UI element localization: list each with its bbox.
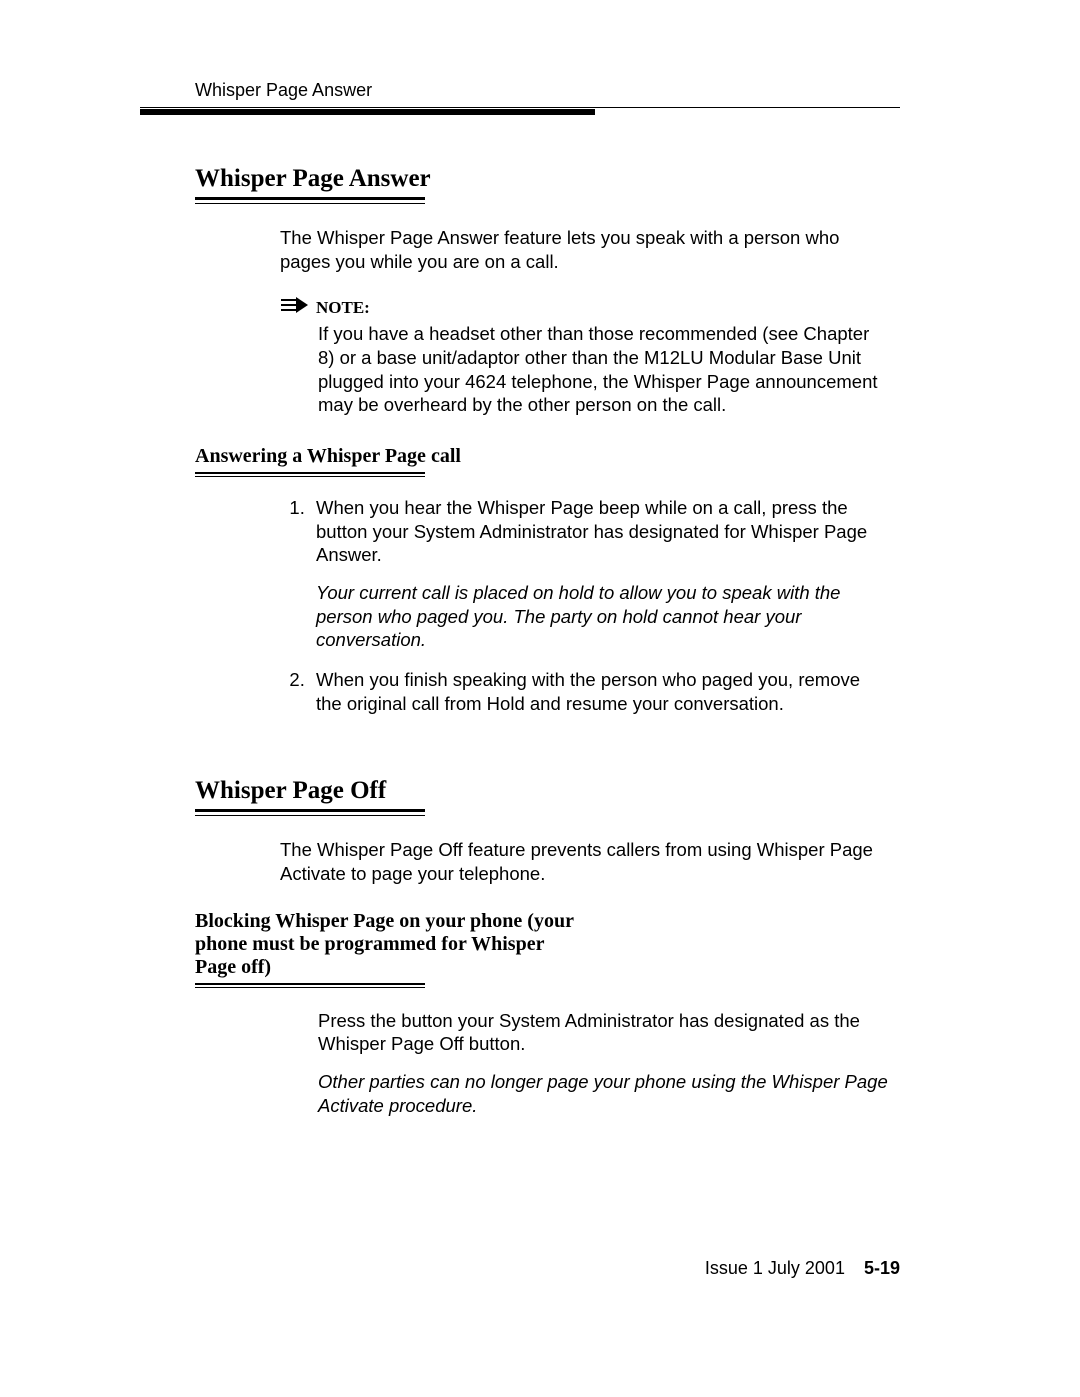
subheading-rule xyxy=(195,472,425,478)
page: Whisper Page Answer Whisper Page Answer … xyxy=(0,0,1080,1397)
note-arrow-icon xyxy=(280,297,308,318)
subheading-blocking: Blocking Whisper Page on your phone (you… xyxy=(195,910,575,979)
steps-list: When you hear the Whisper Page beep whil… xyxy=(310,496,890,715)
footer-issue: Issue 1 July 2001 xyxy=(705,1258,845,1278)
section1-intro: The Whisper Page Answer feature lets you… xyxy=(280,226,890,273)
note-body: If you have a headset other than those r… xyxy=(318,322,890,417)
heading-whisper-page-answer: Whisper Page Answer xyxy=(195,165,900,193)
step-text: When you hear the Whisper Page beep whil… xyxy=(316,497,867,565)
section2-result: Other parties can no longer page your ph… xyxy=(318,1070,890,1117)
heading-rule xyxy=(195,809,425,816)
page-footer: Issue 1 July 2001 5-19 xyxy=(705,1258,900,1279)
subheading-answering-call: Answering a Whisper Page call xyxy=(195,445,900,468)
note-label: NOTE: xyxy=(316,298,370,318)
step-text: When you finish speaking with the person… xyxy=(316,669,860,714)
note-header: NOTE: xyxy=(280,297,900,318)
section2-intro: The Whisper Page Off feature prevents ca… xyxy=(280,838,890,885)
list-item: When you finish speaking with the person… xyxy=(310,668,890,715)
heading-rule xyxy=(195,197,425,204)
subheading-rule xyxy=(195,983,425,989)
footer-page-number: 5-19 xyxy=(864,1258,900,1278)
running-header: Whisper Page Answer xyxy=(195,80,900,101)
content-frame: Whisper Page Answer Whisper Page Answer … xyxy=(140,80,900,1227)
list-item: When you hear the Whisper Page beep whil… xyxy=(310,496,890,652)
step-result: Your current call is placed on hold to a… xyxy=(316,581,890,652)
heading-whisper-page-off: Whisper Page Off xyxy=(195,777,900,805)
header-rule xyxy=(140,107,900,115)
section2-step: Press the button your System Administrat… xyxy=(318,1009,890,1056)
